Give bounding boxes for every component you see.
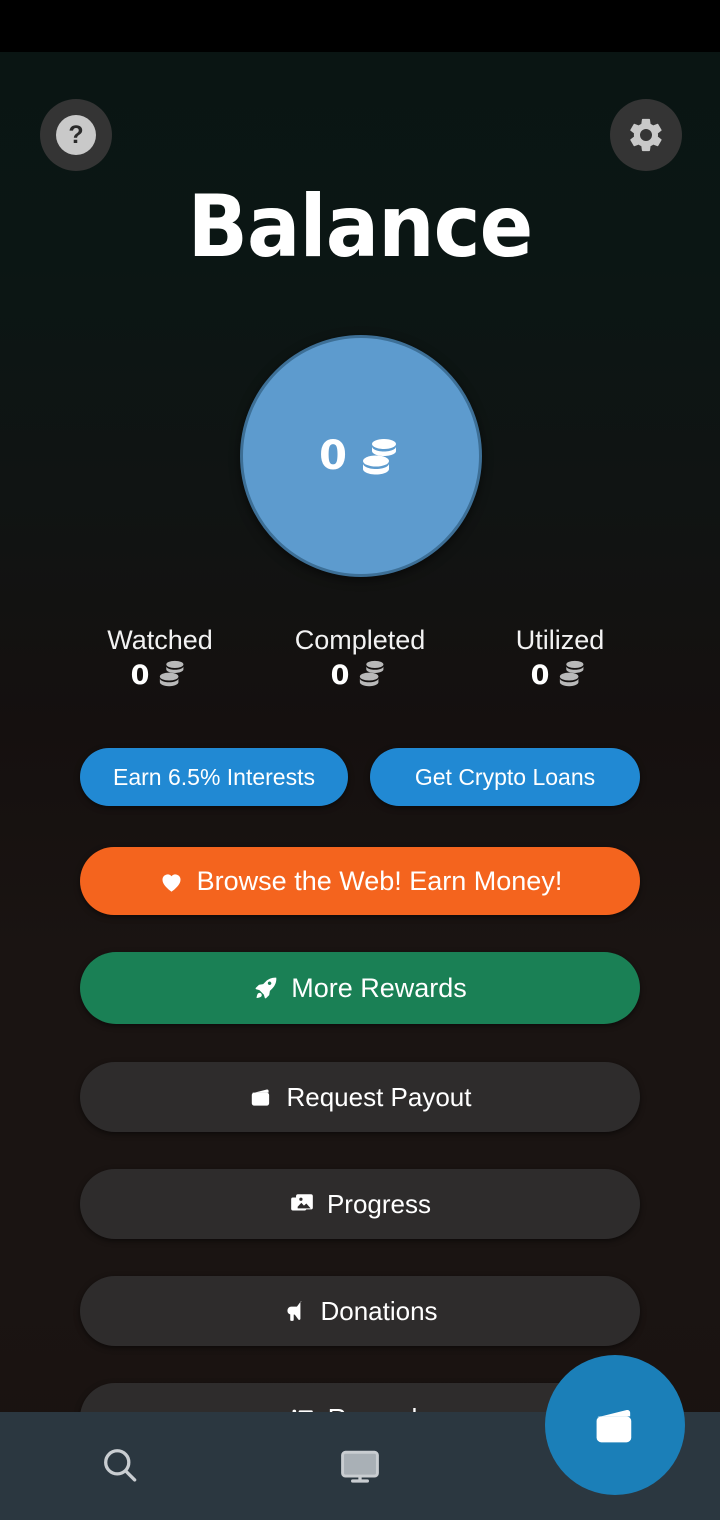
stat-value-row: 0 — [331, 658, 390, 693]
stat-label: Utilized — [515, 625, 605, 655]
button-label: Progress — [326, 1188, 432, 1219]
question-mark-icon: ? — [56, 115, 96, 155]
button-label: Browse the Web! Earn Money! — [196, 865, 563, 896]
stat-label: Completed — [294, 625, 426, 655]
button-label: More Rewards — [291, 972, 467, 1003]
stat-value-row: 0 — [131, 658, 190, 693]
rocket-icon — [253, 975, 279, 1001]
request-payout-button[interactable]: Request Payout — [80, 1062, 640, 1132]
button-label: Request Payout — [286, 1081, 472, 1112]
heart-icon — [158, 868, 185, 895]
nav-item-monitor[interactable] — [240, 1412, 480, 1520]
stat-label: Watched — [107, 625, 213, 655]
search-icon — [98, 1444, 142, 1488]
button-label: Earn 6.5% Interests — [113, 763, 315, 790]
monitor-icon — [338, 1444, 382, 1488]
balance-page: ? Balance 0 Watched 0 Completed 0 Utiliz… — [0, 52, 720, 1520]
stat-watched[interactable]: Watched 0 — [60, 625, 260, 693]
crypto-loans-button[interactable]: Get Crypto Loans — [370, 748, 640, 806]
stat-completed[interactable]: Completed 0 — [260, 625, 460, 693]
coins-icon — [355, 658, 389, 693]
donations-button[interactable]: Donations — [80, 1276, 640, 1346]
stat-value: 0 — [330, 660, 350, 691]
stat-utilized[interactable]: Utilized 0 — [460, 625, 660, 693]
status-bar — [0, 0, 720, 52]
coins-icon — [555, 658, 589, 693]
nav-item-search[interactable] — [0, 1412, 240, 1520]
coins-icon — [357, 435, 403, 477]
wallet-icon — [589, 1399, 641, 1451]
app-screen: ? Balance 0 Watched 0 Completed 0 Utiliz… — [0, 0, 720, 1520]
megaphone-icon — [282, 1298, 308, 1324]
stats-row: Watched 0 Completed 0 Utilized 0 — [60, 625, 660, 693]
images-icon — [289, 1191, 315, 1217]
more-rewards-button[interactable]: More Rewards — [80, 952, 640, 1024]
button-label: Donations — [320, 1295, 438, 1326]
coins-icon — [155, 658, 189, 693]
balance-circle[interactable]: 0 — [240, 335, 482, 577]
button-label: Get Crypto Loans — [414, 763, 596, 790]
progress-button[interactable]: Progress — [80, 1169, 640, 1239]
wallet-fab-button[interactable] — [545, 1355, 685, 1495]
settings-button[interactable] — [610, 99, 682, 171]
stat-value: 0 — [130, 660, 150, 691]
balance-amount: 0 — [319, 433, 347, 479]
stat-value: 0 — [530, 660, 550, 691]
stat-value-row: 0 — [531, 658, 590, 693]
help-button[interactable]: ? — [40, 99, 112, 171]
earn-interests-button[interactable]: Earn 6.5% Interests — [80, 748, 348, 806]
page-title: Balance — [187, 177, 534, 277]
gear-icon — [626, 115, 666, 155]
wallet-icon — [248, 1084, 274, 1110]
browse-web-earn-money-button[interactable]: Browse the Web! Earn Money! — [80, 847, 640, 915]
